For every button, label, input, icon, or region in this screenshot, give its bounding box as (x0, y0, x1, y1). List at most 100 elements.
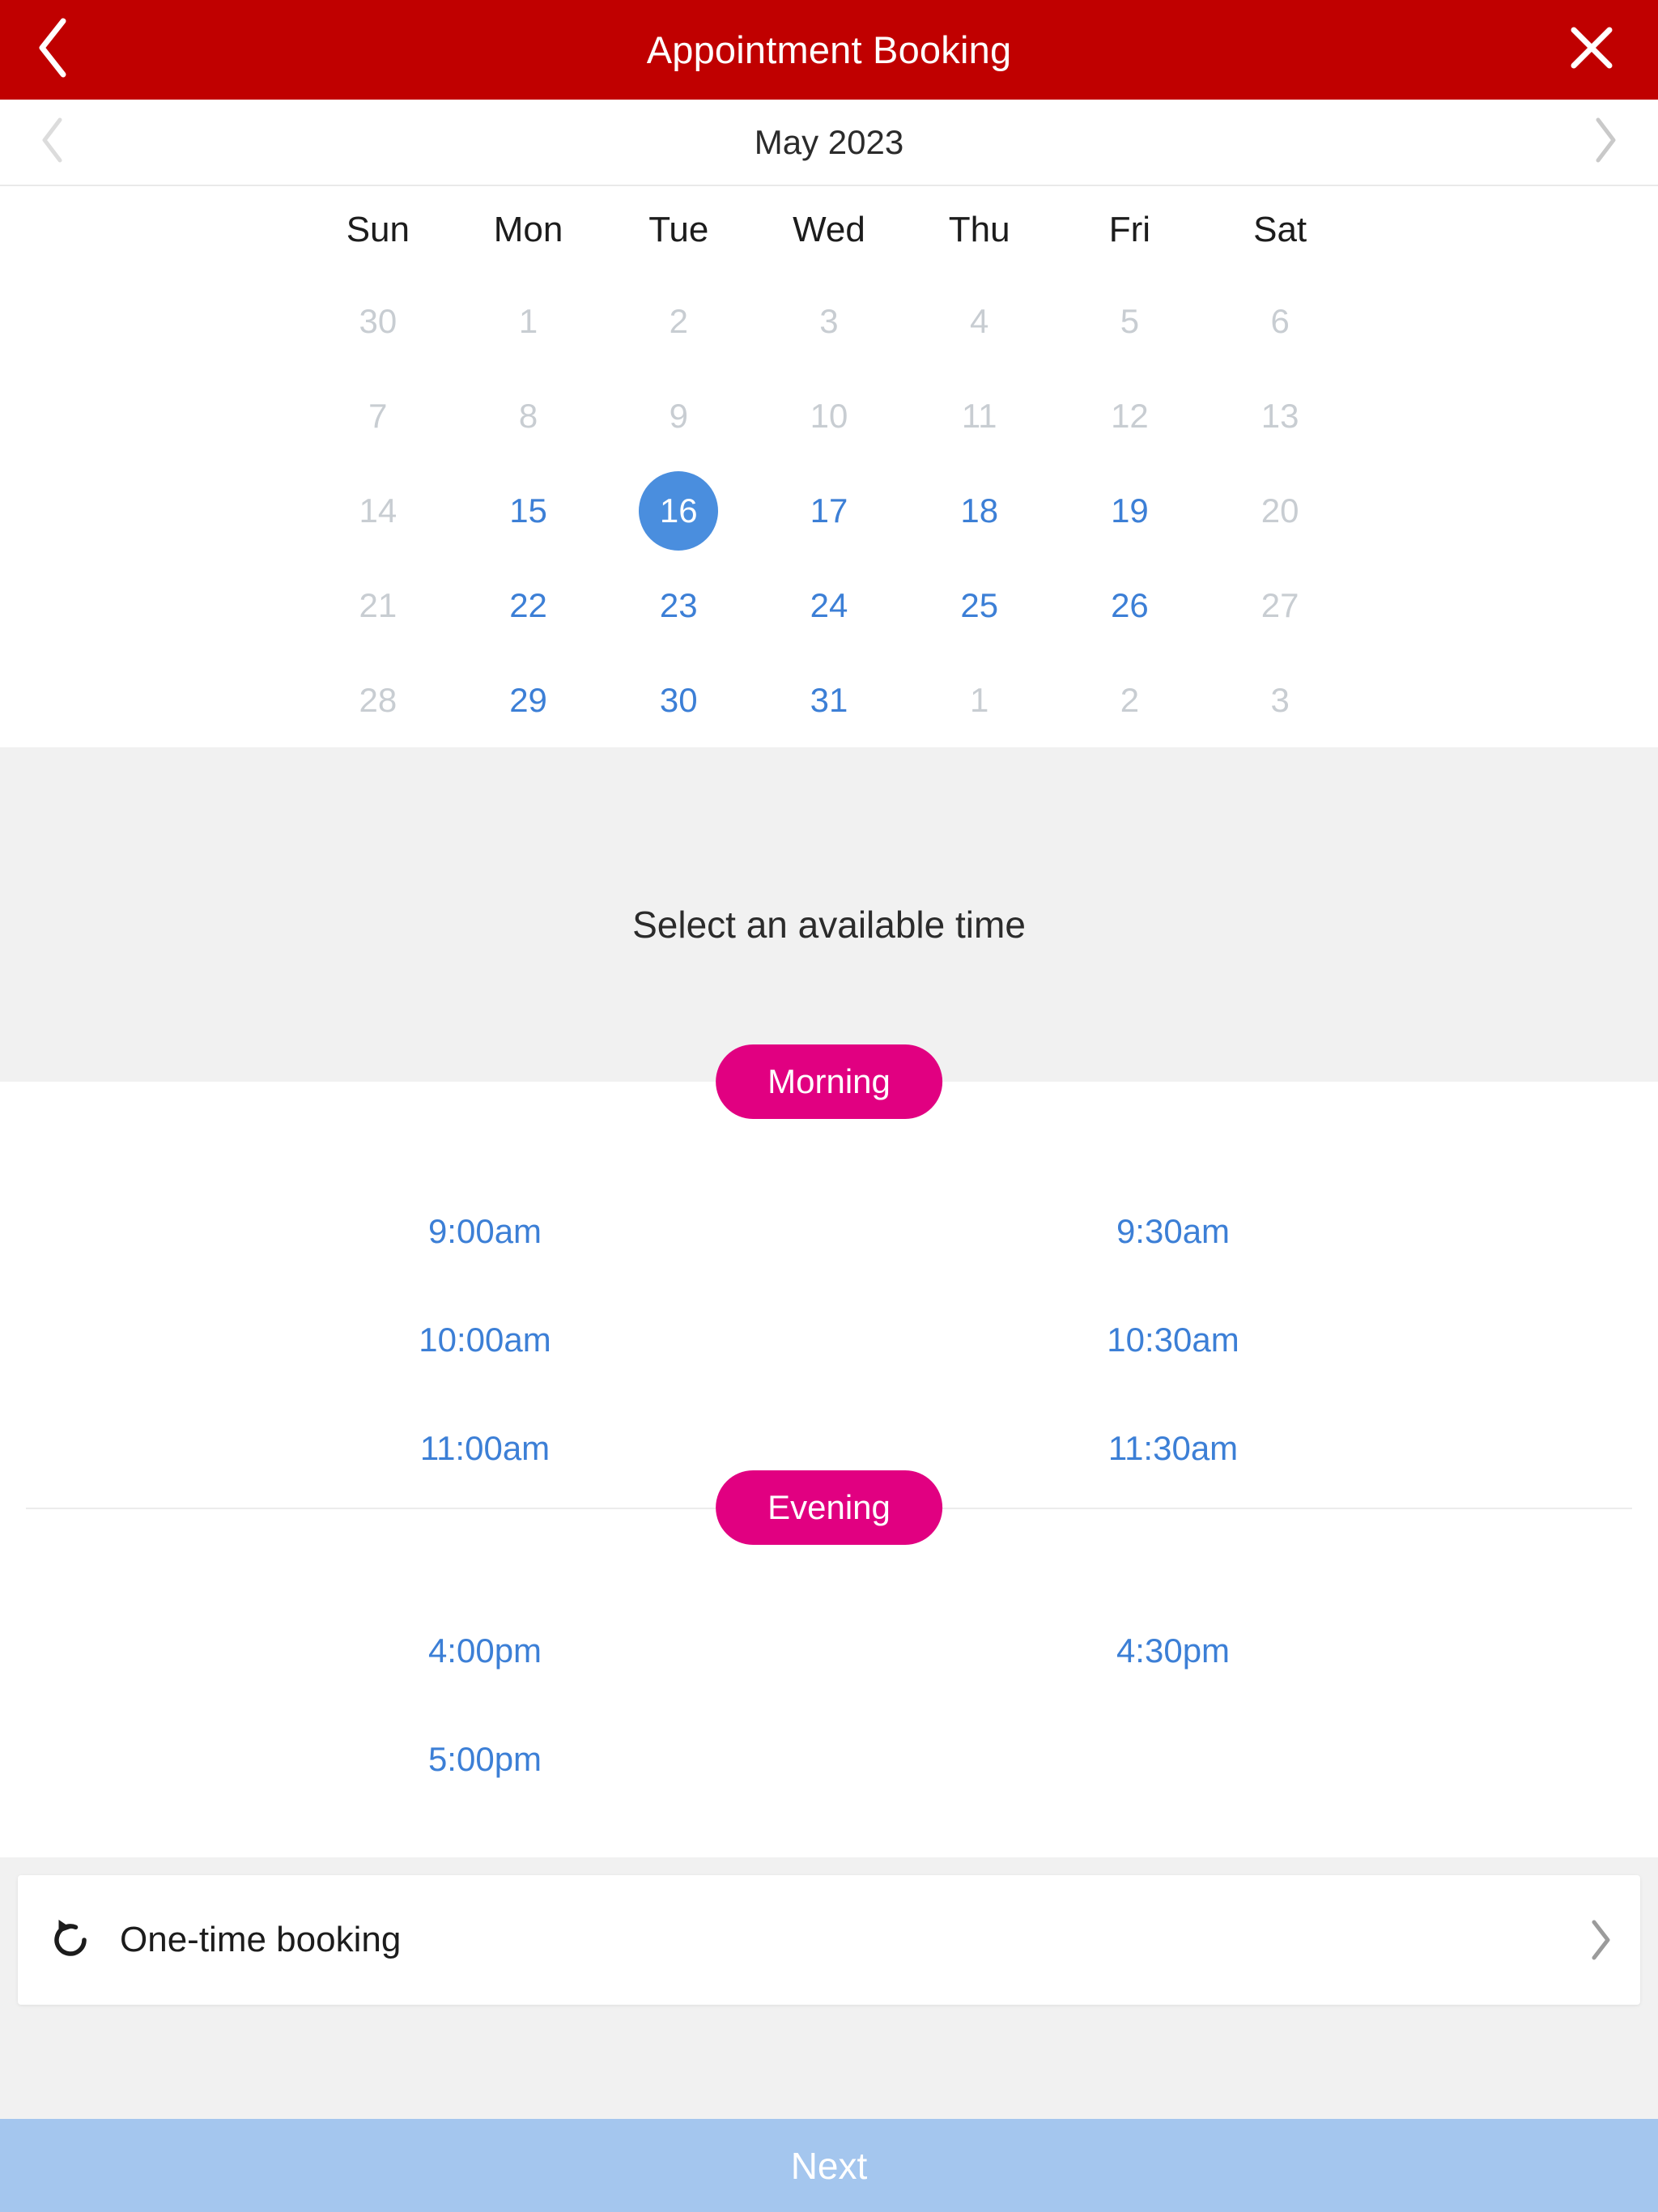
calendar-day-20: 20 (1261, 491, 1299, 530)
select-time-band: Select an available time (0, 747, 1658, 1082)
calendar-day-cell: 12 (1055, 368, 1205, 463)
morning-group-pill[interactable]: Morning (716, 1044, 942, 1119)
calendar-day-cell: 2 (1055, 653, 1205, 747)
calendar-day-cell[interactable]: 23 (603, 558, 754, 653)
calendar-day-cell: 7 (303, 368, 453, 463)
day-header-sat: Sat (1253, 210, 1307, 249)
month-label: May 2023 (754, 122, 904, 161)
calendar-day-cell[interactable]: 31 (754, 653, 904, 747)
calendar-day-16[interactable]: 16 (639, 470, 719, 551)
calendar-day-cell: 14 (303, 463, 453, 558)
calendar-day-cell[interactable]: 30 (603, 653, 754, 747)
calendar-day-26[interactable]: 26 (1090, 566, 1169, 645)
time-slot[interactable]: 9:00am (141, 1177, 829, 1286)
previous-month-button[interactable] (0, 100, 105, 185)
chevron-left-icon (34, 16, 71, 83)
time-slot[interactable]: 10:30am (829, 1286, 1517, 1394)
calendar-day-10: 10 (810, 396, 848, 435)
evening-slot-grid: 4:00pm 4:30pm 5:00pm (141, 1508, 1517, 1857)
close-icon (1567, 23, 1616, 76)
one-time-booking-label: One-time booking (120, 1920, 402, 1959)
calendar-day-2: 2 (669, 301, 688, 340)
calendar-day-cell: 5 (1055, 274, 1205, 368)
calendar-day-29[interactable]: 29 (489, 661, 568, 740)
calendar-day-cell: 1 (453, 274, 604, 368)
calendar-day-cell[interactable]: 29 (453, 653, 604, 747)
calendar-day-cell: 30 (303, 274, 453, 368)
time-slot[interactable]: 4:00pm (141, 1597, 829, 1705)
next-button[interactable]: Next (0, 2119, 1658, 2212)
calendar-days-grid: 30 1 2 3 4 5 6 7 8 9 10 11 12 13 14 15 16 17 18 19 20 21 22 23 2… (303, 274, 1355, 747)
time-slot[interactable]: 4:30pm (829, 1597, 1517, 1705)
calendar-day-9: 9 (669, 396, 688, 435)
calendar-day-30: 30 (359, 301, 397, 340)
calendar-day-14: 14 (359, 491, 397, 530)
time-slot[interactable]: 10:00am (141, 1286, 829, 1394)
chevron-left-icon (39, 116, 66, 168)
calendar-day-cell: 13 (1205, 368, 1355, 463)
calendar-day-cell[interactable]: 15 (453, 463, 604, 558)
page-title: Appointment Booking (646, 28, 1012, 71)
evening-group-pill[interactable]: Evening (716, 1470, 942, 1545)
calendar-day-cell: 11 (904, 368, 1055, 463)
calendar-day-cell[interactable]: 24 (754, 558, 904, 653)
calendar-day-cell: 28 (303, 653, 453, 747)
app-header: Appointment Booking (0, 0, 1658, 100)
calendar-day-3: 3 (819, 301, 839, 340)
calendar-day-4: 4 (970, 301, 989, 340)
day-header-mon: Mon (493, 210, 563, 249)
calendar-day-1: 1 (970, 680, 989, 719)
calendar-day-13: 13 (1261, 396, 1299, 435)
select-time-title: Select an available time (632, 903, 1026, 946)
calendar-day-cell[interactable]: 17 (754, 463, 904, 558)
calendar-day-cell[interactable]: 16 (603, 463, 754, 558)
calendar-day-cell[interactable]: 25 (904, 558, 1055, 653)
calendar-day-12: 12 (1111, 396, 1149, 435)
repeat-icon (45, 1915, 96, 1965)
time-slot[interactable]: 9:30am (829, 1177, 1517, 1286)
calendar-day-19[interactable]: 19 (1090, 471, 1169, 551)
calendar-day-cell: 27 (1205, 558, 1355, 653)
calendar-day-15[interactable]: 15 (489, 471, 568, 551)
calendar: Sun Mon Tue Wed Thu Fri Sat 30 1 2 3 4 5 6 7 8 9 1… (0, 186, 1658, 747)
time-slot[interactable]: 5:00pm (141, 1705, 829, 1814)
chevron-right-icon (1564, 1919, 1613, 1961)
calendar-day-cell[interactable]: 18 (904, 463, 1055, 558)
chevron-right-icon (1592, 116, 1619, 168)
calendar-day-31[interactable]: 31 (789, 661, 869, 740)
calendar-day-2: 2 (1120, 680, 1140, 719)
calendar-day-6: 6 (1270, 301, 1290, 340)
calendar-day-25[interactable]: 25 (940, 566, 1019, 645)
one-time-booking-row[interactable]: One-time booking (18, 1875, 1640, 2005)
calendar-day-11: 11 (961, 396, 997, 435)
calendar-day-7: 7 (368, 396, 388, 435)
calendar-day-cell: 2 (603, 274, 754, 368)
calendar-day-28: 28 (359, 680, 397, 719)
calendar-day-23[interactable]: 23 (639, 566, 718, 645)
back-button[interactable] (0, 0, 105, 100)
calendar-day-cell: 6 (1205, 274, 1355, 368)
calendar-day-cell[interactable]: 26 (1055, 558, 1205, 653)
calendar-day-8: 8 (518, 396, 538, 435)
calendar-day-headers: Sun Mon Tue Wed Thu Fri Sat (303, 186, 1355, 274)
booking-card-area: One-time booking (0, 1857, 1658, 2119)
day-header-sun: Sun (346, 210, 410, 249)
calendar-day-27: 27 (1261, 585, 1299, 624)
day-header-fri: Fri (1108, 210, 1151, 249)
calendar-day-17[interactable]: 17 (789, 471, 869, 551)
month-navigation-bar: May 2023 (0, 100, 1658, 186)
calendar-day-5: 5 (1120, 301, 1140, 340)
calendar-day-22[interactable]: 22 (489, 566, 568, 645)
calendar-day-18[interactable]: 18 (940, 471, 1019, 551)
calendar-day-cell[interactable]: 19 (1055, 463, 1205, 558)
morning-slot-grid: 9:00am 9:30am 10:00am 10:30am 11:00am 11:30am (141, 1082, 1517, 1508)
calendar-day-cell: 21 (303, 558, 453, 653)
calendar-day-cell: 20 (1205, 463, 1355, 558)
calendar-day-30[interactable]: 30 (639, 661, 718, 740)
close-button[interactable] (1543, 0, 1640, 100)
calendar-day-24[interactable]: 24 (789, 566, 869, 645)
next-month-button[interactable] (1553, 100, 1658, 185)
calendar-day-cell: 4 (904, 274, 1055, 368)
day-header-tue: Tue (648, 210, 709, 249)
calendar-day-cell[interactable]: 22 (453, 558, 604, 653)
